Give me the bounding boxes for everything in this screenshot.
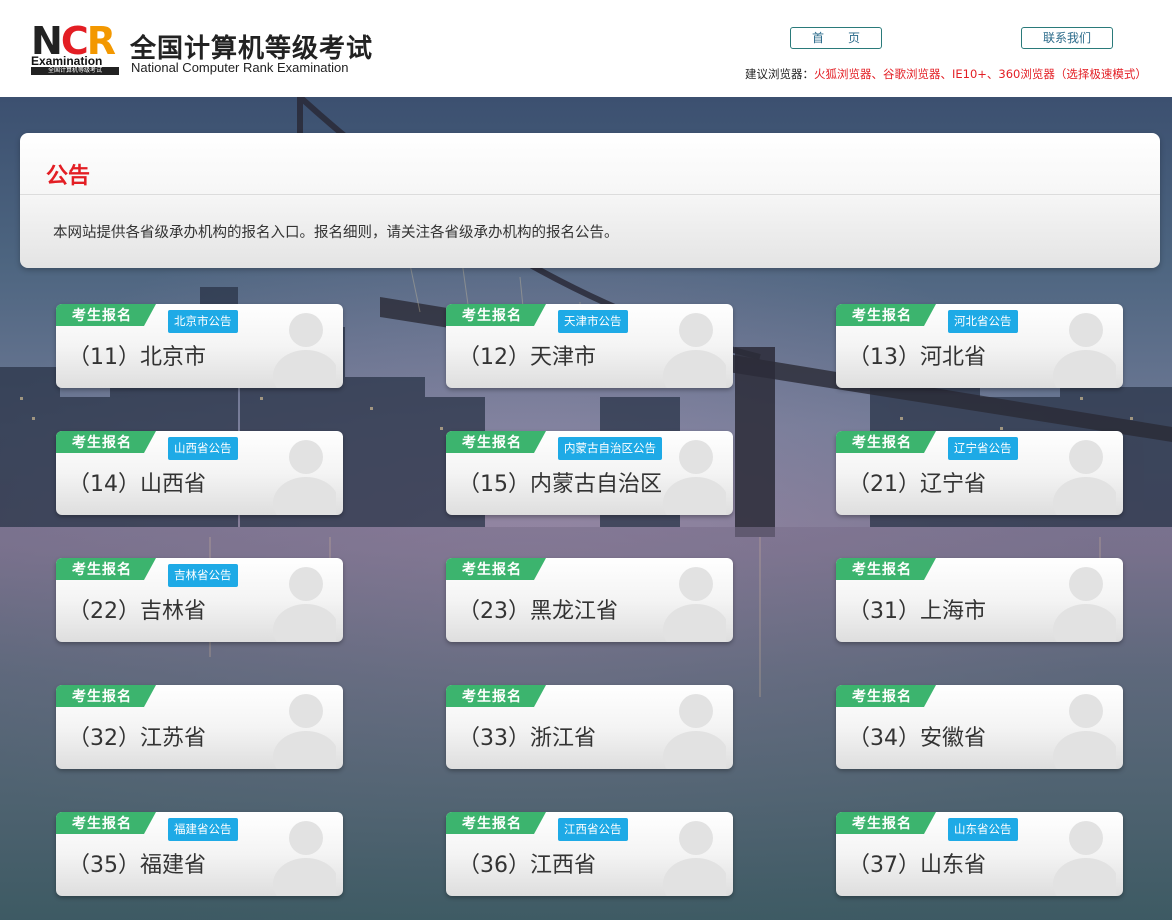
home-button[interactable]: 首 页	[790, 27, 882, 49]
registration-tag-label: 考生报名	[72, 308, 132, 324]
province-notice-badge[interactable]: 吉林省公告	[168, 564, 238, 587]
registration-tag-label: 考生报名	[462, 435, 522, 451]
province-card[interactable]: 考生报名 江西省公告 （36）江西省	[446, 812, 733, 896]
registration-tag: 考生报名	[836, 304, 936, 326]
registration-tag-label: 考生报名	[462, 562, 522, 578]
user-avatar-icon	[1050, 558, 1119, 642]
registration-tag: 考生报名	[446, 685, 546, 707]
registration-tag: 考生报名	[56, 558, 156, 580]
province-name: （37）山东省	[848, 853, 986, 878]
registration-tag: 考生报名	[836, 685, 936, 707]
user-avatar-icon	[1050, 304, 1119, 388]
province-name: （15）内蒙古自治区	[458, 472, 662, 497]
logo-tagline: 全国计算机等级考试	[31, 67, 119, 75]
province-card[interactable]: 考生报名 （34）安徽省	[836, 685, 1123, 769]
province-notice-badge[interactable]: 内蒙古自治区公告	[558, 437, 662, 460]
province-card[interactable]: 考生报名 福建省公告 （35）福建省	[56, 812, 343, 896]
province-name: （35）福建省	[68, 853, 206, 878]
user-avatar-icon	[270, 304, 339, 388]
registration-tag-label: 考生报名	[852, 562, 912, 578]
registration-tag: 考生报名	[56, 812, 156, 834]
announcement-divider	[20, 194, 1160, 195]
province-card[interactable]: 考生报名 河北省公告 （13）河北省	[836, 304, 1123, 388]
province-notice-badge[interactable]: 江西省公告	[558, 818, 628, 841]
province-name: （11）北京市	[68, 345, 206, 370]
province-name: （32）江苏省	[68, 726, 206, 751]
province-notice-badge[interactable]: 天津市公告	[558, 310, 628, 333]
province-notice-badge[interactable]: 河北省公告	[948, 310, 1018, 333]
registration-tag: 考生报名	[836, 431, 936, 453]
logo-word: Examination	[31, 54, 103, 68]
user-avatar-icon	[1050, 685, 1119, 769]
registration-tag-label: 考生报名	[462, 689, 522, 705]
announcement-text: 本网站提供各省级承办机构的报名入口。报名细则，请关注各省级承办机构的报名公告。	[53, 225, 619, 241]
registration-tag: 考生报名	[836, 812, 936, 834]
province-card[interactable]: 考生报名 （32）江苏省	[56, 685, 343, 769]
province-notice-badge[interactable]: 辽宁省公告	[948, 437, 1018, 460]
browser-recommendation-label: 建议浏览器：	[745, 67, 814, 81]
province-card[interactable]: 考生报名 吉林省公告 （22）吉林省	[56, 558, 343, 642]
registration-tag: 考生报名	[446, 558, 546, 580]
registration-tag-label: 考生报名	[72, 562, 132, 578]
province-name: （33）浙江省	[458, 726, 596, 751]
registration-tag-label: 考生报名	[72, 435, 132, 451]
registration-tag: 考生报名	[446, 304, 546, 326]
user-avatar-icon	[270, 685, 339, 769]
province-card[interactable]: 考生报名 （33）浙江省	[446, 685, 733, 769]
province-card[interactable]: 考生报名 （23）黑龙江省	[446, 558, 733, 642]
province-card[interactable]: 考生报名 （31）上海市	[836, 558, 1123, 642]
announcement-title: 公告	[46, 164, 91, 189]
site-header: NCR Examination 全国计算机等级考试 全国计算机等级考试 Nati…	[0, 0, 1172, 97]
province-card[interactable]: 考生报名 北京市公告 （11）北京市	[56, 304, 343, 388]
registration-tag-label: 考生报名	[72, 816, 132, 832]
user-avatar-icon	[660, 431, 729, 515]
user-avatar-icon	[660, 558, 729, 642]
province-name: （22）吉林省	[68, 599, 206, 624]
registration-tag: 考生报名	[56, 304, 156, 326]
registration-tag-label: 考生报名	[852, 435, 912, 451]
province-notice-badge[interactable]: 北京市公告	[168, 310, 238, 333]
announcement-panel: 公告 本网站提供各省级承办机构的报名入口。报名细则，请关注各省级承办机构的报名公…	[20, 133, 1160, 268]
province-name: （36）江西省	[458, 853, 596, 878]
user-avatar-icon	[660, 685, 729, 769]
province-card[interactable]: 考生报名 内蒙古自治区公告 （15）内蒙古自治区	[446, 431, 733, 515]
province-card[interactable]: 考生报名 天津市公告 （12）天津市	[446, 304, 733, 388]
user-avatar-icon	[270, 431, 339, 515]
province-name: （34）安徽省	[848, 726, 986, 751]
user-avatar-icon	[1050, 812, 1119, 896]
province-name: （14）山西省	[68, 472, 206, 497]
browser-recommendation: 建议浏览器：火狐浏览器、谷歌浏览器、IE10+、360浏览器（选择极速模式）	[745, 66, 1147, 82]
registration-tag: 考生报名	[446, 431, 546, 453]
user-avatar-icon	[1050, 431, 1119, 515]
registration-tag-label: 考生报名	[852, 308, 912, 324]
registration-tag-label: 考生报名	[462, 816, 522, 832]
registration-tag-label: 考生报名	[852, 689, 912, 705]
registration-tag: 考生报名	[446, 812, 546, 834]
province-name: （12）天津市	[458, 345, 596, 370]
browser-recommendation-value: 火狐浏览器、谷歌浏览器、IE10+、360浏览器（选择极速模式）	[814, 67, 1147, 81]
registration-tag: 考生报名	[836, 558, 936, 580]
contact-us-button[interactable]: 联系我们	[1021, 27, 1113, 49]
province-card[interactable]: 考生报名 山西省公告 （14）山西省	[56, 431, 343, 515]
ncre-logo[interactable]: NCR Examination 全国计算机等级考试	[31, 22, 121, 75]
province-notice-badge[interactable]: 山东省公告	[948, 818, 1018, 841]
user-avatar-icon	[660, 812, 729, 896]
province-card[interactable]: 考生报名 辽宁省公告 （21）辽宁省	[836, 431, 1123, 515]
province-name: （21）辽宁省	[848, 472, 986, 497]
registration-tag: 考生报名	[56, 431, 156, 453]
registration-tag: 考生报名	[56, 685, 156, 707]
registration-tag-label: 考生报名	[72, 689, 132, 705]
registration-tag-label: 考生报名	[462, 308, 522, 324]
site-title-en: National Computer Rank Examination	[131, 60, 349, 75]
user-avatar-icon	[660, 304, 729, 388]
user-avatar-icon	[270, 558, 339, 642]
province-name: （23）黑龙江省	[458, 599, 618, 624]
user-avatar-icon	[270, 812, 339, 896]
province-name: （13）河北省	[848, 345, 986, 370]
province-notice-badge[interactable]: 福建省公告	[168, 818, 238, 841]
registration-tag-label: 考生报名	[852, 816, 912, 832]
province-name: （31）上海市	[848, 599, 986, 624]
province-notice-badge[interactable]: 山西省公告	[168, 437, 238, 460]
province-card[interactable]: 考生报名 山东省公告 （37）山东省	[836, 812, 1123, 896]
